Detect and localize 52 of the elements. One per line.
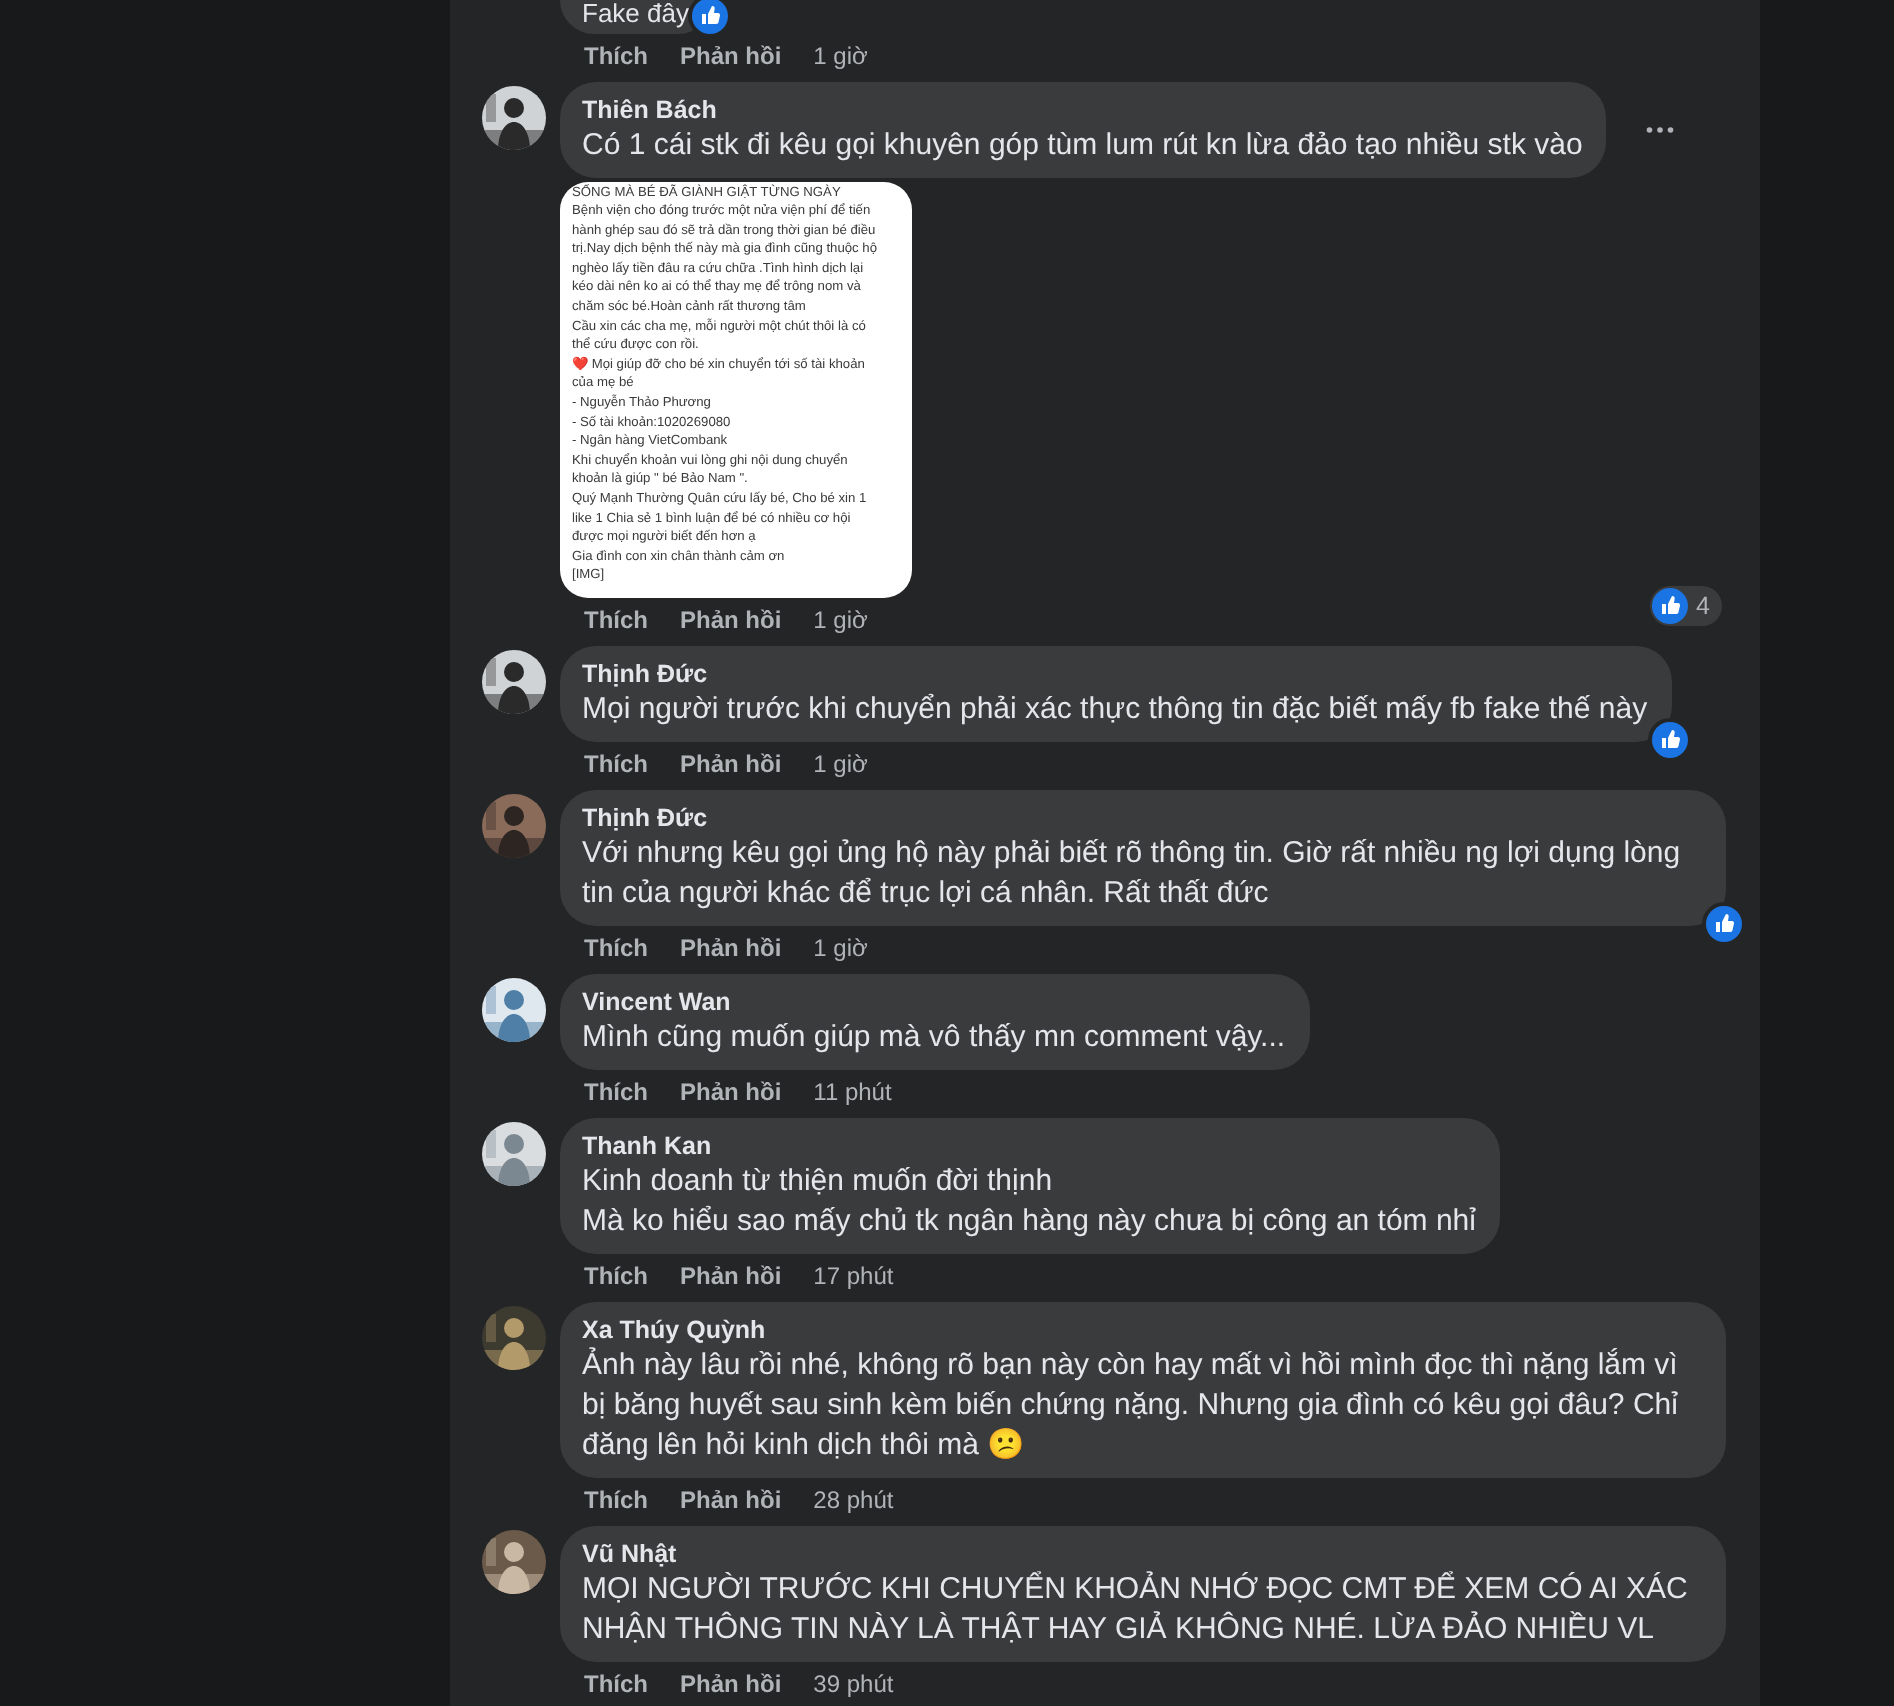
reply-link[interactable]: Phản hồi bbox=[680, 932, 782, 964]
like-icon bbox=[1706, 906, 1742, 942]
comment-text: Mình cũng muốn giúp mà vô thấy mn comment vậy... bbox=[582, 1018, 1286, 1058]
avatar[interactable] bbox=[482, 1122, 546, 1186]
comment-text: MỌI NGƯỜI TRƯỚC KHI CHUYỂN KHOẢN NHỚ ĐỌC CMT ĐỂ XEM CÓ AI XÁC NHẬN THÔNG TIN NÀY LÀ THẬT HAY GIẢ KHÔNG NHÉ. LỪA ĐẢO NHIỀU VL bbox=[582, 1570, 1690, 1650]
avatar[interactable] bbox=[482, 978, 546, 1042]
comment-text: Fake đây bbox=[582, 0, 689, 28]
like-icon bbox=[1652, 588, 1689, 624]
reply-link[interactable]: Phản hồi bbox=[680, 748, 782, 780]
comment-text: Kinh doanh từ thiện muốn đời thịnh Mà ko hiểu sao mấy chủ tk ngân hàng này chưa bị công an tóm nhỉ bbox=[582, 1162, 1476, 1242]
like-link[interactable]: Thích bbox=[584, 932, 648, 964]
avatar[interactable] bbox=[482, 86, 546, 150]
comment-text: Có 1 cái stk đi kêu gọi khuyên góp tùm lum rút kn lừa đảo tạo nhiều stk vào bbox=[582, 126, 1583, 166]
author-name[interactable]: Thịnh Đức bbox=[582, 658, 1648, 690]
reply-link[interactable]: Phản hồi bbox=[680, 604, 782, 636]
avatar[interactable] bbox=[482, 1530, 546, 1594]
timestamp[interactable]: 28 phút bbox=[813, 1484, 894, 1516]
author-name[interactable]: Thiên Bách bbox=[582, 94, 1583, 126]
author-name[interactable]: Vũ Nhật bbox=[582, 1538, 1702, 1570]
like-link[interactable]: Thích bbox=[584, 1484, 648, 1516]
avatar[interactable] bbox=[482, 650, 546, 714]
like-link[interactable]: Thích bbox=[584, 40, 648, 72]
reply-link[interactable]: Phản hồi bbox=[680, 1668, 782, 1700]
timestamp[interactable]: 39 phút bbox=[813, 1668, 894, 1700]
comment-text: Ảnh này lâu rồi nhé, không rõ bạn này còn hay mất vì hồi mình đọc thì nặng lắm vì bị băng huyết sau sinh kèm biến chứng nặng. Nhưng gia đình có kêu gọi đâu? Chỉ đăng lên hỏi kinh dịch thôi mà 😕 bbox=[582, 1346, 1680, 1466]
reply-link[interactable]: Phản hồi bbox=[680, 1484, 782, 1516]
timestamp[interactable]: 1 giờ bbox=[813, 932, 868, 964]
author-name[interactable]: Vincent Wan bbox=[582, 986, 1286, 1018]
reaction-badge[interactable]: 4 bbox=[1650, 586, 1722, 626]
author-name[interactable]: Xa Thúy Quỳnh bbox=[582, 1314, 1702, 1346]
timestamp[interactable]: 1 giờ bbox=[813, 604, 868, 636]
like-link[interactable]: Thích bbox=[584, 1260, 648, 1292]
comment-text: Với nhưng kêu gọi ủng hộ này phải biết rõ thông tin. Giờ rất nhiều ng lợi dụng lòng tin của người khác để trục lợi cá nhân. Rất thất đức bbox=[582, 834, 1683, 914]
like-link[interactable]: Thích bbox=[584, 1076, 648, 1108]
author-name[interactable]: Thanh Kan bbox=[582, 1130, 1476, 1162]
avatar[interactable] bbox=[482, 1306, 546, 1370]
like-link[interactable]: Thích bbox=[584, 1668, 648, 1700]
comment-text: Mọi người trước khi chuyển phải xác thực thông tin đặc biết mấy fb fake thế này bbox=[582, 690, 1648, 730]
timestamp[interactable]: 1 giờ bbox=[813, 748, 868, 780]
timestamp[interactable]: 17 phút bbox=[813, 1260, 894, 1292]
reply-link[interactable]: Phản hồi bbox=[680, 1260, 782, 1292]
reply-link[interactable]: Phản hồi bbox=[680, 40, 782, 72]
reply-link[interactable]: Phản hồi bbox=[680, 1076, 782, 1108]
author-name[interactable]: Thịnh Đức bbox=[582, 802, 1702, 834]
timestamp[interactable]: 11 phút bbox=[813, 1076, 892, 1108]
timestamp[interactable]: 1 giờ bbox=[813, 40, 868, 72]
like-icon bbox=[1651, 722, 1688, 758]
like-link[interactable]: Thích bbox=[584, 748, 648, 780]
like-icon bbox=[692, 0, 729, 34]
like-link[interactable]: Thích bbox=[584, 604, 648, 636]
attached-image[interactable] bbox=[560, 182, 912, 598]
reaction-count: 4 bbox=[1696, 592, 1710, 620]
